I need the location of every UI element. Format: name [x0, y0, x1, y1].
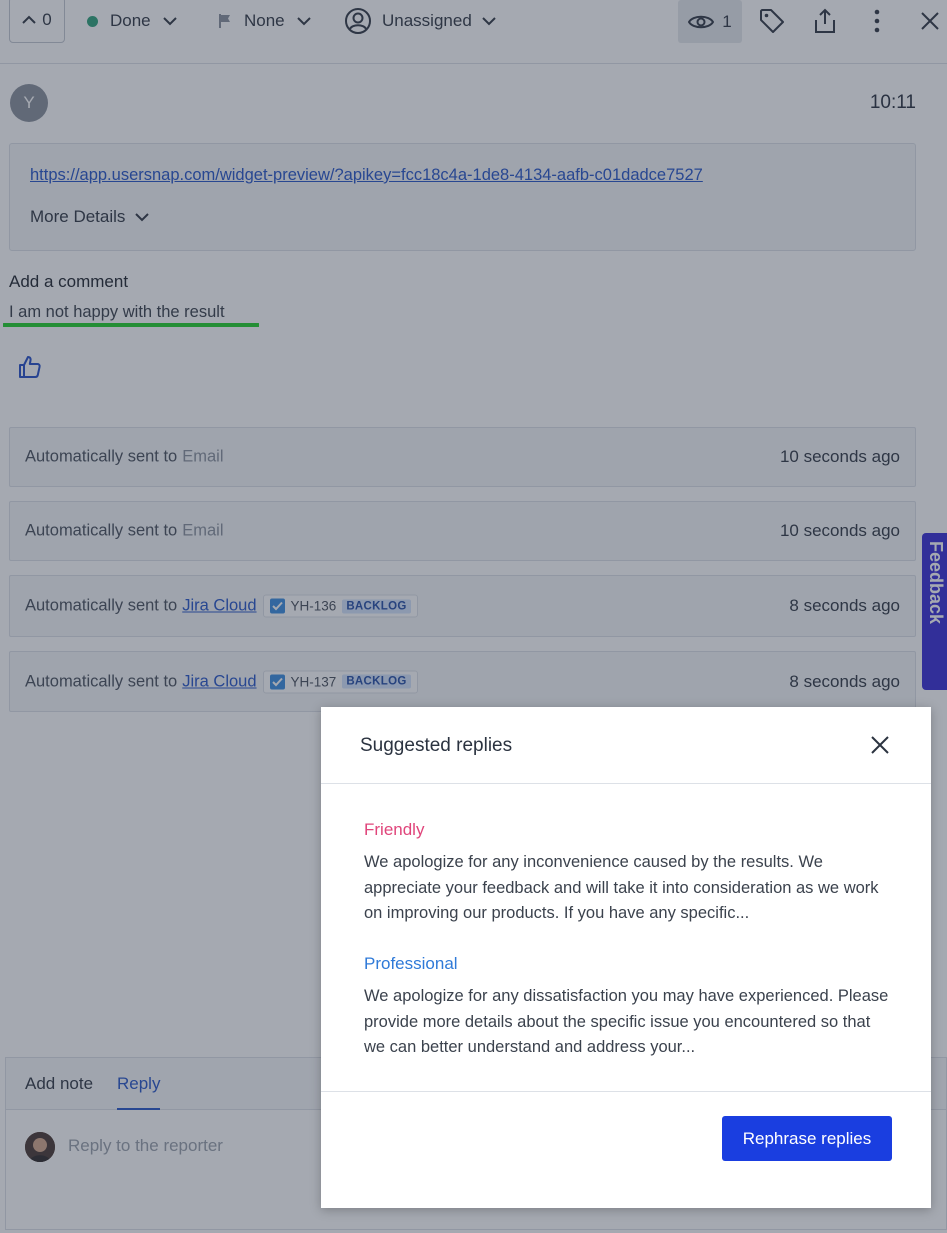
suggestion-type: Friendly [364, 820, 425, 839]
dialog-footer: Rephrase replies [321, 1091, 931, 1208]
suggestion-text: We apologize for any inconvenience cause… [364, 853, 879, 922]
dialog-title: Suggested replies [360, 735, 513, 756]
dialog-close-button[interactable] [869, 734, 891, 756]
suggestion-friendly[interactable]: Friendly We apologize for any inconvenie… [364, 820, 894, 927]
suggestion-type: Professional [364, 954, 458, 973]
suggestion-text: We apologize for any dissatisfaction you… [364, 987, 889, 1056]
close-icon [871, 736, 889, 754]
dialog-header: Suggested replies [321, 707, 931, 784]
suggestion-professional[interactable]: Professional We apologize for any dissat… [364, 954, 894, 1061]
suggested-replies-dialog: Suggested replies Friendly We apologize … [321, 707, 931, 1208]
rephrase-replies-button[interactable]: Rephrase replies [722, 1116, 892, 1161]
